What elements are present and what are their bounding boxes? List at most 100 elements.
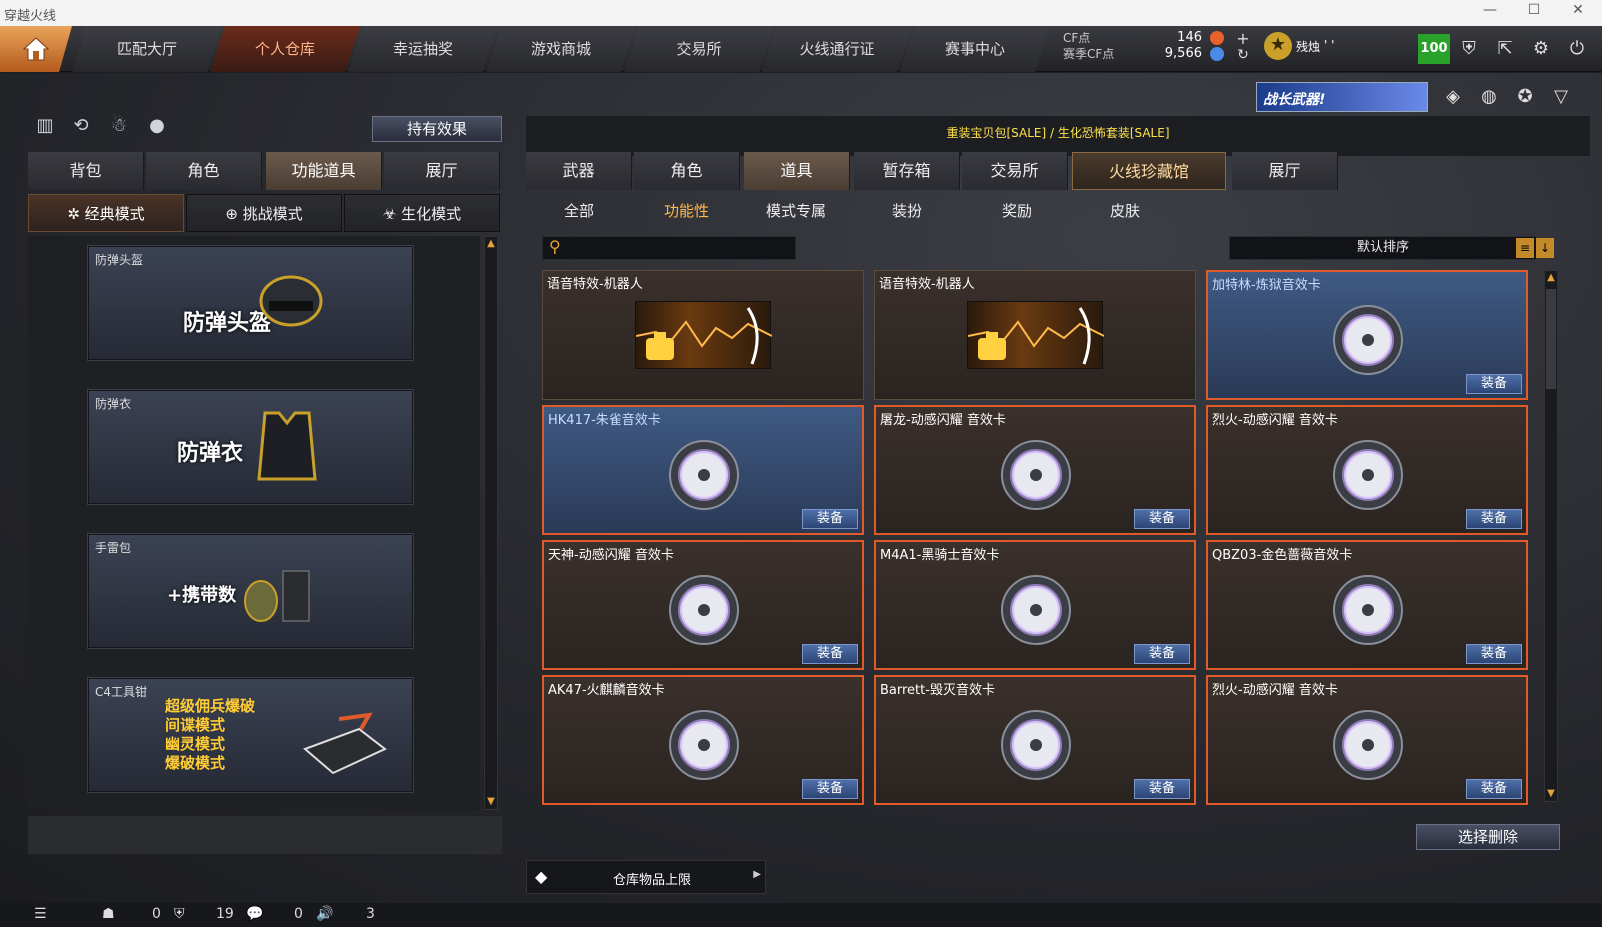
- badge-v-icon[interactable]: ◈: [1440, 84, 1466, 110]
- grenade-icon[interactable]: ●: [144, 115, 170, 141]
- subtab-functional[interactable]: 功能性: [664, 200, 709, 221]
- sort-dropdown[interactable]: 默认排序: [1229, 236, 1537, 260]
- mode-tab-classic[interactable]: ✲ 经典模式: [28, 194, 184, 232]
- right-tab-collection[interactable]: 火线珍藏馆: [1072, 152, 1226, 190]
- subtab-all[interactable]: 全部: [564, 200, 594, 221]
- shield-icon[interactable]: ⛨: [1456, 36, 1482, 62]
- list-item[interactable]: 防弹衣 防弹衣: [88, 390, 413, 504]
- globe-icon[interactable]: ◍: [1476, 84, 1502, 110]
- item-card[interactable]: QBZ03-金色蔷薇音效卡 装备: [1206, 540, 1528, 670]
- medal-icon[interactable]: ✪: [1512, 84, 1538, 110]
- left-tab-functional[interactable]: 功能道具: [266, 152, 382, 190]
- equip-button[interactable]: 装备: [802, 509, 858, 529]
- clan-shield-icon[interactable]: ⛨: [174, 906, 185, 922]
- season-cf-value: 9,566: [1164, 46, 1202, 61]
- item-card[interactable]: 屠龙-动感闪耀 音效卡 装备: [874, 405, 1196, 535]
- right-tab-weapons[interactable]: 武器: [526, 152, 632, 190]
- list-view-icon[interactable]: ≡: [1516, 238, 1534, 258]
- exit-room-icon[interactable]: ⇱: [1492, 36, 1518, 62]
- equip-button[interactable]: 装备: [1134, 644, 1190, 664]
- right-tab-storage-box[interactable]: 暂存箱: [854, 152, 960, 190]
- sound-disc-icon: [1001, 710, 1071, 780]
- right-scrollbar[interactable]: ▲ ▼: [1544, 270, 1558, 802]
- right-tab-items[interactable]: 道具: [744, 152, 850, 190]
- list-item[interactable]: 手雷包 +携带数: [88, 534, 413, 648]
- rank-chart-icon[interactable]: ▥: [32, 115, 58, 141]
- subtab-mode-exclusive[interactable]: 模式专属: [766, 200, 826, 221]
- left-tab-showroom[interactable]: 展厅: [384, 152, 500, 190]
- equip-button[interactable]: 装备: [1466, 374, 1522, 394]
- growth-weapon-banner[interactable]: 战长武器!: [1256, 82, 1428, 112]
- mode-tab-zombie[interactable]: ☣ 生化模式: [344, 194, 500, 232]
- nav-tab-battle-pass[interactable]: 火线通行证: [762, 26, 912, 72]
- equip-button[interactable]: 装备: [802, 644, 858, 664]
- subtab-skin[interactable]: 皮肤: [1110, 200, 1140, 221]
- nav-tab-shop[interactable]: 游戏商城: [486, 26, 636, 72]
- home-button[interactable]: [0, 26, 72, 72]
- player-suffix: ' ': [1324, 38, 1335, 52]
- speaker-icon[interactable]: 🔊: [316, 906, 333, 922]
- select-delete-button[interactable]: 选择删除: [1416, 824, 1560, 850]
- scroll-down-icon[interactable]: ▼: [1545, 787, 1557, 801]
- item-card[interactable]: M4A1-黑骑士音效卡 装备: [874, 540, 1196, 670]
- sale-text[interactable]: 重装宝贝包[SALE] / 生化恐怖套装[SALE]: [526, 124, 1590, 141]
- equip-button[interactable]: 装备: [1466, 509, 1522, 529]
- list-item[interactable]: 防弹头盔 防弹头盔: [88, 246, 413, 360]
- expand-arrow-icon[interactable]: ▶: [753, 869, 761, 880]
- search-box[interactable]: ⚲: [542, 236, 796, 260]
- left-tab-character[interactable]: 角色: [146, 152, 262, 190]
- owned-effects-button[interactable]: 持有效果: [372, 116, 502, 142]
- nav-tab-match-lobby[interactable]: 匹配大厅: [72, 26, 222, 72]
- equip-button[interactable]: 装备: [802, 779, 858, 799]
- season-cf-label: 赛季CF点: [1063, 47, 1115, 61]
- player-name: 残烛: [1296, 40, 1321, 54]
- subtab-reward[interactable]: 奖励: [1002, 200, 1032, 221]
- list-item[interactable]: C4工具钳 超级佣兵爆破 间谍模式 幽灵模式 爆破模式: [88, 678, 413, 792]
- menu-list-icon[interactable]: ☰: [34, 906, 47, 922]
- nav-tab-tournament[interactable]: 赛事中心: [900, 26, 1050, 72]
- power-icon[interactable]: ⏻: [1564, 36, 1590, 62]
- item-card[interactable]: 加特林-炼狱音效卡 装备: [1206, 270, 1528, 400]
- nav-tab-warehouse[interactable]: 个人仓库: [210, 26, 360, 72]
- refresh-icon[interactable]: ↻: [1230, 42, 1256, 68]
- item-card[interactable]: 烈火-动感闪耀 音效卡 装备: [1206, 405, 1528, 535]
- history-icon[interactable]: ⟲: [68, 115, 94, 141]
- wings-icon[interactable]: ▽: [1548, 84, 1574, 110]
- left-tab-bag[interactable]: 背包: [28, 152, 144, 190]
- subtab-outfit[interactable]: 装扮: [892, 200, 922, 221]
- equip-button[interactable]: 装备: [1466, 779, 1522, 799]
- item-card[interactable]: AK47-火麒麟音效卡 装备: [542, 675, 864, 805]
- status-bar: ☰ ☗ 0 ⛨ 19 💬 0 🔊 3: [0, 903, 1602, 927]
- item-card[interactable]: 烈火-动感闪耀 音效卡 装备: [1206, 675, 1528, 805]
- minimize-button[interactable]: —: [1470, 2, 1510, 24]
- item-card[interactable]: 语音特效-机器人: [874, 270, 1196, 400]
- equip-button[interactable]: 装备: [1134, 779, 1190, 799]
- equip-button[interactable]: 装备: [1134, 509, 1190, 529]
- item-card[interactable]: HK417-朱雀音效卡 装备: [542, 405, 864, 535]
- scroll-up-icon[interactable]: ▲: [1545, 271, 1557, 285]
- warehouse-capacity-bar[interactable]: ◆ 仓库物品上限 ▶: [526, 860, 766, 894]
- settings-gear-icon[interactable]: ⚙: [1528, 36, 1554, 62]
- right-tab-showroom[interactable]: 展厅: [1232, 152, 1338, 190]
- item-card[interactable]: 天神-动感闪耀 音效卡 装备: [542, 540, 864, 670]
- left-scrollbar[interactable]: ▲ ▼: [484, 236, 498, 810]
- maximize-button[interactable]: ☐: [1514, 2, 1554, 24]
- scroll-down-icon[interactable]: ▼: [485, 795, 497, 809]
- equip-button[interactable]: 装备: [1466, 644, 1522, 664]
- chat-bubble-icon[interactable]: 💬: [246, 906, 263, 922]
- search-input[interactable]: [569, 239, 793, 257]
- sound-disc-icon: [669, 575, 739, 645]
- scroll-up-icon[interactable]: ▲: [485, 237, 497, 251]
- item-card[interactable]: Barrett-毁灭音效卡 装备: [874, 675, 1196, 805]
- close-button[interactable]: ✕: [1558, 2, 1598, 24]
- friends-icon[interactable]: ☗: [102, 906, 115, 922]
- item-card[interactable]: 语音特效-机器人: [542, 270, 864, 400]
- right-tab-character[interactable]: 角色: [634, 152, 740, 190]
- character-icon[interactable]: ☃: [106, 115, 132, 141]
- sort-desc-icon[interactable]: ↓: [1536, 238, 1554, 258]
- nav-tab-exchange[interactable]: 交易所: [624, 26, 774, 72]
- mode-tab-challenge[interactable]: ⊕ 挑战模式: [186, 194, 342, 232]
- right-tab-exchange[interactable]: 交易所: [962, 152, 1068, 190]
- nav-tab-lottery[interactable]: 幸运抽奖: [348, 26, 498, 72]
- scroll-thumb[interactable]: [1546, 289, 1556, 389]
